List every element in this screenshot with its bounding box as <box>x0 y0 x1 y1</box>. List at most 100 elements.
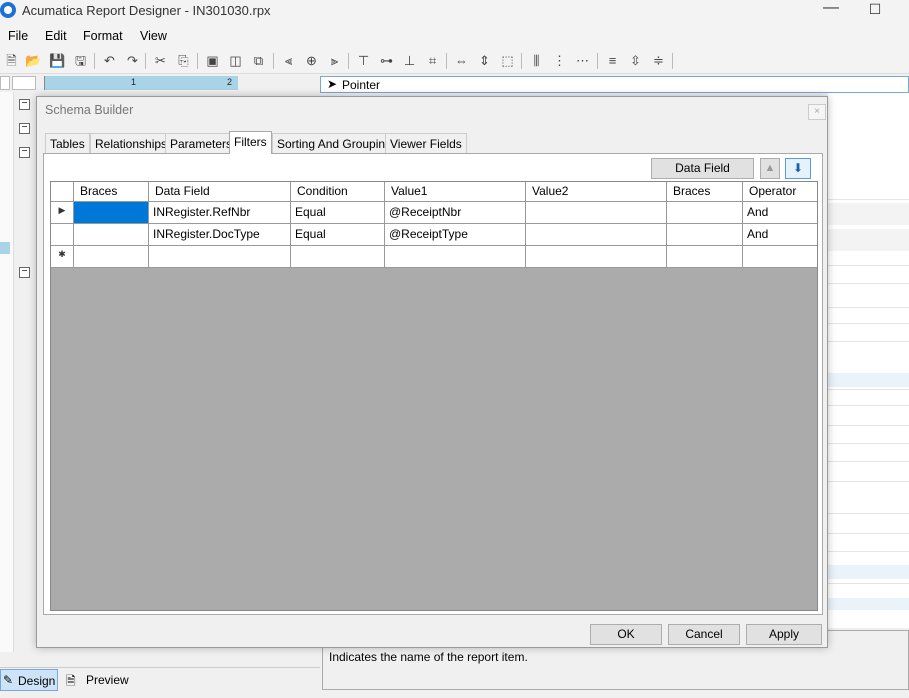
cell-closing-braces[interactable] <box>667 246 743 268</box>
save-icon[interactable]: 💾 <box>49 52 66 69</box>
collapse-section-icon[interactable]: − <box>19 99 30 110</box>
table-row[interactable]: INRegister.DocType Equal @ReceiptType An… <box>51 224 817 246</box>
current-row-indicator-icon[interactable]: ▶ <box>51 202 74 224</box>
cell-value1[interactable]: @ReceiptType <box>385 224 526 246</box>
save-all-icon[interactable]: 🖫 <box>72 52 89 69</box>
align-right-icon[interactable]: ⫸ <box>326 52 343 69</box>
align-middle-icon[interactable]: ⊶ <box>378 52 395 69</box>
designer-left-gutter <box>0 92 14 652</box>
cell-braces[interactable] <box>74 224 149 246</box>
horizontal-spacing-increase-icon[interactable]: ⋮ <box>551 52 568 69</box>
cell-operator[interactable]: And <box>743 224 817 246</box>
cell-value2[interactable] <box>526 224 667 246</box>
align-to-grid-icon[interactable]: ⌗ <box>424 52 441 69</box>
cell-closing-braces[interactable] <box>667 224 743 246</box>
collapse-section-icon[interactable]: − <box>19 123 30 134</box>
tab-relationships[interactable]: Relationships <box>90 133 173 153</box>
new-row[interactable]: ✱ <box>51 246 817 268</box>
move-up-button[interactable]: ▲ <box>760 158 780 179</box>
toolbar-separator <box>348 53 349 69</box>
collapse-section-icon[interactable]: − <box>19 267 30 278</box>
cell-braces[interactable] <box>74 202 149 224</box>
cell-value2[interactable] <box>526 246 667 268</box>
column-header-operator[interactable]: Operator <box>743 182 817 202</box>
column-header-braces[interactable]: Braces <box>74 182 149 202</box>
tab-sorting-and-grouping[interactable]: Sorting And Grouping <box>272 133 397 153</box>
cell-value2[interactable] <box>526 202 667 224</box>
pointer-label: Pointer <box>342 78 381 92</box>
vertical-spacing-equal-icon[interactable]: ≡ <box>604 52 621 69</box>
ruler-corner <box>0 76 36 90</box>
tab-parameters[interactable]: Parameters <box>165 133 238 153</box>
row-header[interactable] <box>51 224 74 246</box>
collapse-section-icon[interactable]: − <box>19 147 30 158</box>
vertical-spacing-increase-icon[interactable]: ⇳ <box>627 52 644 69</box>
tab-viewer-fields[interactable]: Viewer Fields <box>385 133 467 153</box>
move-down-button[interactable]: ⬇ <box>785 158 811 179</box>
align-bottom-icon[interactable]: ⊥ <box>401 52 418 69</box>
tab-tables[interactable]: Tables <box>45 133 90 153</box>
new-report-icon[interactable]: 🗎 <box>3 52 20 69</box>
data-field-formula-button[interactable]: Data Field Formula <box>651 158 754 194</box>
cell-closing-braces[interactable] <box>667 202 743 224</box>
align-left-icon[interactable]: ⫷ <box>280 52 297 69</box>
cell-condition[interactable]: Equal <box>291 224 385 246</box>
ok-button[interactable]: OK <box>590 624 662 645</box>
table-row[interactable]: ▶ INRegister.RefNbr Equal @ReceiptNbr An… <box>51 202 817 224</box>
copy-icon[interactable]: ⎘ <box>175 52 192 69</box>
grid-corner-cell <box>51 182 74 202</box>
toolbar-separator <box>273 53 274 69</box>
same-size-icon[interactable]: ⬚ <box>499 52 516 69</box>
undo-icon[interactable]: ↶ <box>101 52 118 69</box>
property-description: Indicates the name of the report item. <box>329 650 528 664</box>
design-tab[interactable]: ✎ Design <box>0 669 58 691</box>
tab-filters[interactable]: Filters <box>229 131 272 154</box>
column-header-condition[interactable]: Condition <box>291 182 385 202</box>
bring-to-front-icon[interactable]: ▣ <box>204 52 221 69</box>
cell-operator[interactable]: And <box>743 202 817 224</box>
cell-value1[interactable] <box>385 246 526 268</box>
menu-view[interactable]: View <box>140 29 167 43</box>
toolbox-pointer-item[interactable]: ➤ Pointer <box>320 76 909 93</box>
apply-button[interactable]: Apply <box>746 624 822 645</box>
toolbar-separator <box>94 53 95 69</box>
cell-data-field[interactable]: INRegister.RefNbr <box>149 202 291 224</box>
cell-condition[interactable]: Equal <box>291 202 385 224</box>
dialog-title: Schema Builder <box>45 103 134 117</box>
preview-icon: 🗎 <box>66 674 76 688</box>
column-header-value1[interactable]: Value1 <box>385 182 526 202</box>
align-center-icon[interactable]: ⊕ <box>303 52 320 69</box>
redo-icon[interactable]: ↷ <box>124 52 141 69</box>
cancel-button[interactable]: Cancel <box>668 624 740 645</box>
close-button[interactable]: × <box>808 104 826 120</box>
cell-value1[interactable]: @ReceiptNbr <box>385 202 526 224</box>
align-top-icon[interactable]: ⊤ <box>355 52 372 69</box>
menu-file[interactable]: File <box>8 29 28 43</box>
same-width-icon[interactable]: ⇔ <box>453 52 470 69</box>
title-bar: Acumatica Report Designer - IN301030.rpx… <box>0 0 909 26</box>
cut-icon[interactable]: ✂ <box>152 52 169 69</box>
vertical-spacing-decrease-icon[interactable]: ≑ <box>650 52 667 69</box>
cell-condition[interactable] <box>291 246 385 268</box>
menu-format[interactable]: Format <box>83 29 123 43</box>
cell-braces[interactable] <box>74 246 149 268</box>
column-header-value2[interactable]: Value2 <box>526 182 667 202</box>
column-header-data-field[interactable]: Data Field <box>149 182 291 202</box>
send-to-back-icon[interactable]: ◫ <box>227 52 244 69</box>
horizontal-spacing-decrease-icon[interactable]: ⋯ <box>574 52 591 69</box>
minimize-button[interactable]: — <box>819 0 843 19</box>
new-row-indicator-icon[interactable]: ✱ <box>51 246 74 268</box>
horizontal-spacing-equal-icon[interactable]: ⫼ <box>528 52 545 69</box>
preview-tab[interactable]: 🗎 Preview <box>64 671 134 691</box>
column-header-closing-braces[interactable]: Braces <box>667 182 743 202</box>
cell-operator[interactable] <box>743 246 817 268</box>
group-icon[interactable]: ⧉ <box>250 52 267 69</box>
cell-data-field[interactable]: INRegister.DocType <box>149 224 291 246</box>
toolbar: 🗎 📂 💾 🖫 ↶ ↷ ✂ ⎘ ▣ ◫ ⧉ ⫷ ⊕ ⫸ ⊤ ⊶ ⊥ ⌗ ⇔ ⇕ … <box>0 48 909 74</box>
same-height-icon[interactable]: ⇕ <box>476 52 493 69</box>
cell-data-field[interactable] <box>149 246 291 268</box>
open-folder-icon[interactable]: 📂 <box>25 52 42 69</box>
menu-edit[interactable]: Edit <box>45 29 67 43</box>
toolbar-separator <box>446 53 447 69</box>
maximize-button[interactable]: ☐ <box>866 1 884 19</box>
